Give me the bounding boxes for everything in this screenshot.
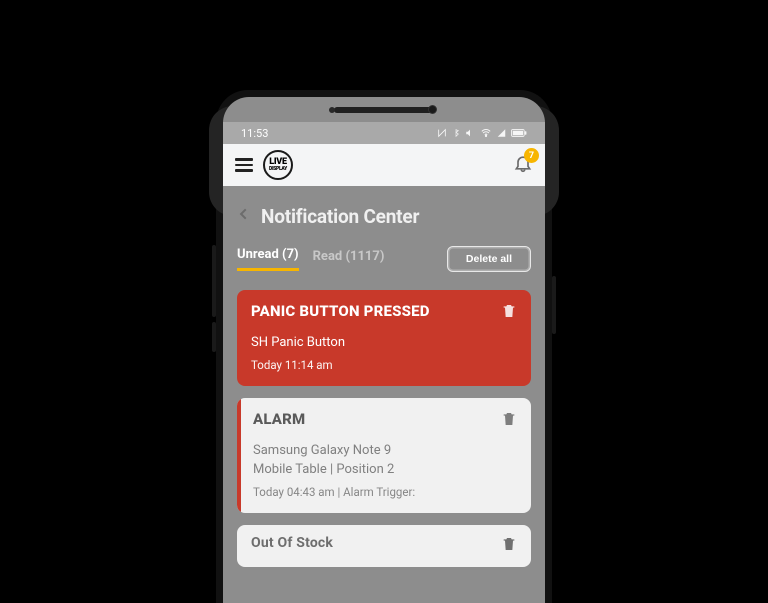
card-line2: Mobile Table | Position 2: [253, 461, 517, 479]
trash-icon: [501, 535, 517, 553]
delete-all-button[interactable]: Delete all: [447, 246, 531, 272]
back-button[interactable]: [237, 204, 251, 228]
notification-card[interactable]: PANIC BUTTON PRESSED SH Panic Button Tod…: [237, 290, 531, 386]
notification-badge: 7: [524, 148, 539, 163]
status-bar: 11:53: [223, 122, 545, 144]
trash-icon: [501, 302, 517, 320]
delete-card-button[interactable]: [501, 302, 517, 324]
phone-side-button: [212, 245, 216, 317]
content-area: Notification Center Unread (7) Read (111…: [223, 186, 545, 567]
phone-side-button: [212, 322, 216, 352]
notifications-button[interactable]: 7: [513, 153, 533, 177]
chevron-left-icon: [237, 204, 251, 224]
delete-card-button[interactable]: [501, 410, 517, 432]
page-title: Notification Center: [261, 205, 419, 228]
nfc-icon: [437, 128, 447, 138]
logo-text-line2: DISPLAY: [269, 167, 287, 171]
delete-card-button[interactable]: [501, 535, 517, 557]
app-logo[interactable]: LIVE DISPLAY: [263, 150, 293, 180]
battery-icon: [511, 128, 527, 138]
card-title: PANIC BUTTON PRESSED: [251, 302, 430, 320]
card-subtitle: SH Panic Button: [251, 334, 517, 352]
phone-notch: [223, 97, 545, 122]
page-title-row: Notification Center: [237, 204, 531, 228]
card-accent-stripe: [237, 398, 241, 513]
wifi-icon: [480, 128, 492, 138]
tab-read[interactable]: Read (1117): [313, 249, 385, 270]
bluetooth-icon: [452, 128, 460, 138]
card-title: ALARM: [253, 410, 305, 428]
card-timestamp: Today 04:43 am | Alarm Trigger:: [253, 485, 517, 499]
app-header: LIVE DISPLAY 7: [223, 144, 545, 186]
volume-icon: [465, 128, 475, 138]
tab-unread[interactable]: Unread (7): [237, 247, 299, 271]
notification-card[interactable]: ALARM Samsung Galaxy Note 9 Mobile Table…: [237, 398, 531, 513]
phone-frame: 11:53 LIVE DISPLAY: [216, 90, 552, 603]
phone-side-button: [552, 276, 556, 334]
status-time: 11:53: [241, 127, 268, 140]
notification-list[interactable]: PANIC BUTTON PRESSED SH Panic Button Tod…: [237, 290, 531, 567]
tab-bar: Unread (7) Read (1117) Delete all: [237, 246, 531, 272]
card-title: Out Of Stock: [251, 535, 333, 551]
trash-icon: [501, 410, 517, 428]
menu-icon[interactable]: [235, 158, 253, 172]
card-line1: Samsung Galaxy Note 9: [253, 442, 517, 460]
notification-card[interactable]: Out Of Stock: [237, 525, 531, 567]
signal-icon: [497, 128, 506, 138]
card-timestamp: Today 11:14 am: [251, 358, 517, 372]
status-icons: [437, 128, 527, 138]
phone-screen: 11:53 LIVE DISPLAY: [223, 97, 545, 603]
